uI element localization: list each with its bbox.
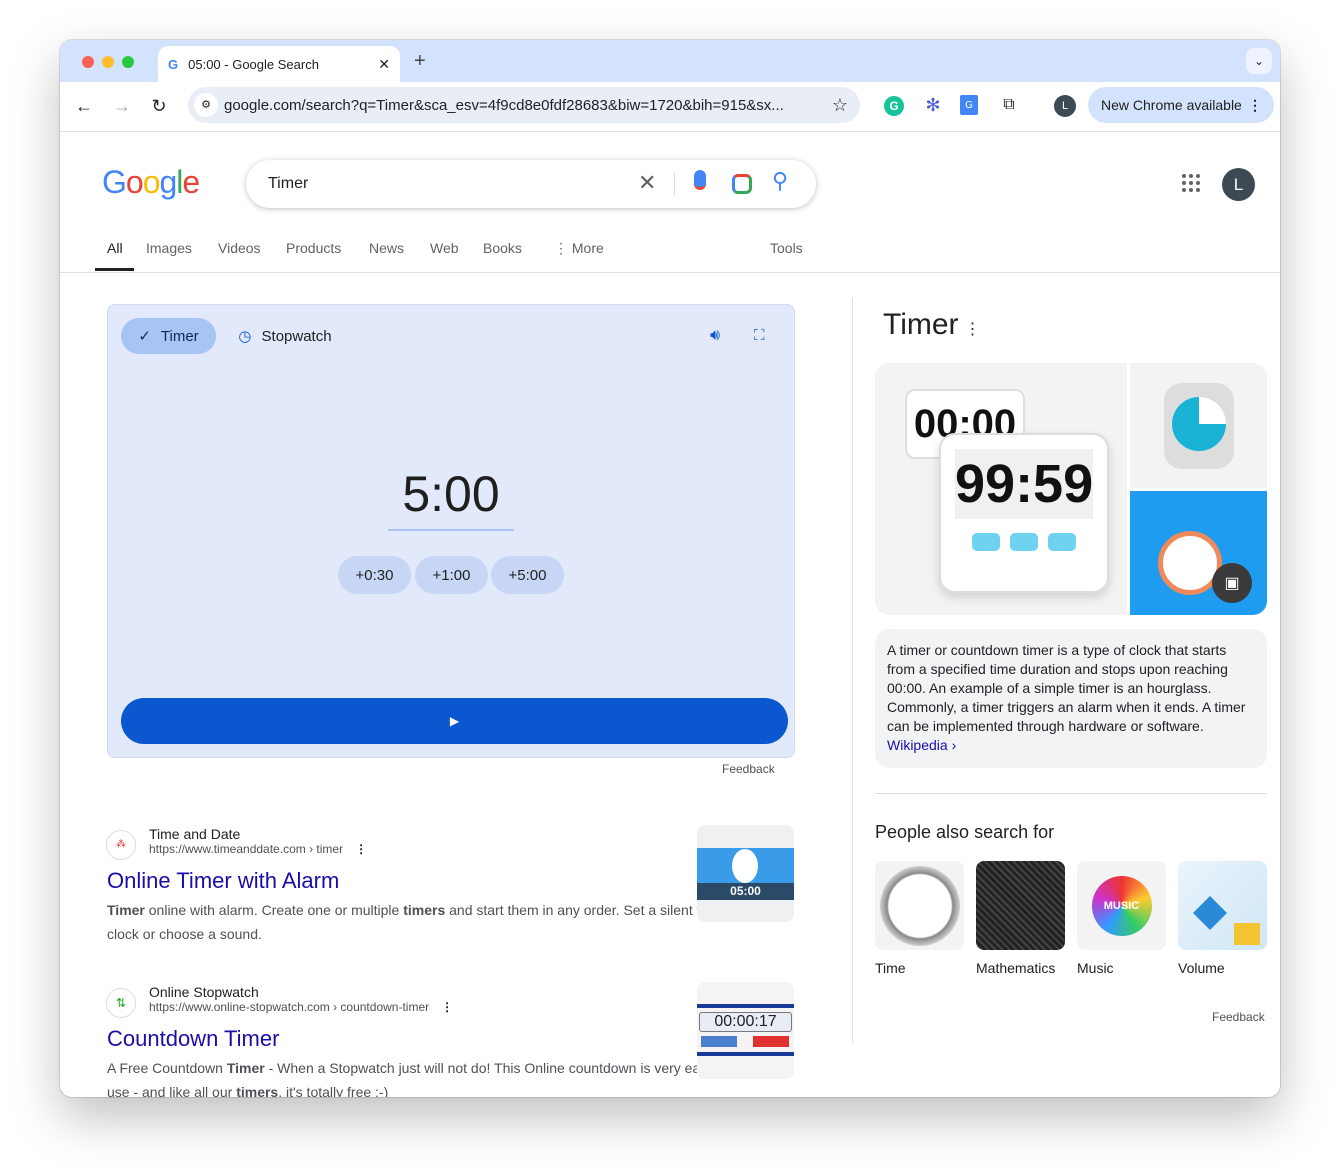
result-site-name: Time and Date — [149, 826, 241, 842]
thumb-time-text: 00:00:17 — [699, 1012, 792, 1032]
lens-search-icon[interactable] — [732, 174, 752, 194]
extensions-puzzle-icon[interactable]: ⧉ — [998, 94, 1020, 116]
related-search-mathematics[interactable]: Mathematics — [976, 861, 1065, 976]
result-thumbnail[interactable]: 00:00:17 — [697, 982, 794, 1079]
people-also-search-heading: People also search for — [875, 822, 1055, 842]
timer-image-dial[interactable] — [1130, 363, 1267, 488]
forward-icon[interactable]: → — [110, 94, 134, 118]
panel-menu-icon[interactable]: ⋮ — [965, 321, 981, 338]
close-tab-icon[interactable]: ✕ — [378, 56, 390, 73]
result-url[interactable]: https://www.online-stopwatch.com › count… — [149, 1000, 747, 1014]
more-kebab-icon: ⋮ — [554, 240, 572, 256]
back-icon[interactable]: ← — [72, 94, 96, 118]
timeanddate-favicon: ⁂ — [106, 830, 136, 860]
tools-button[interactable]: Tools — [770, 240, 803, 256]
address-bar[interactable]: ⚙ google.com/search?q=Timer&sca_esv=4f9c… — [188, 87, 860, 123]
play-icon: ▶ — [449, 714, 460, 728]
minimize-window-button[interactable] — [102, 56, 114, 68]
maximize-window-button[interactable] — [122, 56, 134, 68]
search-input[interactable]: Timer — [268, 175, 308, 193]
result-thumbnail[interactable]: 05:00 — [697, 825, 794, 922]
panel-divider — [875, 793, 1267, 794]
timer-widget: ✓ Timer ◷ Stopwatch 🔊︎ ⛶ 5:00 +0:30 +1:00 … — [107, 304, 795, 758]
new-tab-button[interactable]: + — [414, 50, 426, 73]
voice-search-icon[interactable] — [694, 170, 706, 190]
google-apps-icon[interactable] — [1182, 174, 1200, 192]
close-window-button[interactable] — [82, 56, 94, 68]
search-box[interactable]: Timer ✕ ⚲ — [246, 160, 816, 208]
browser-window: G 05:00 - Google Search ✕ + ⌄ ← → ↻ ⚙ go… — [60, 40, 1280, 1097]
result-snippet: A Free Countdown Timer - When a Stopwatc… — [107, 1060, 730, 1097]
extension-snowflake-icon[interactable]: ✻ — [922, 94, 944, 116]
tab-all[interactable]: All — [107, 240, 123, 256]
google-logo[interactable]: Google — [102, 164, 200, 201]
add-30s-button[interactable]: +0:30 — [338, 556, 411, 594]
tab-news[interactable]: News — [369, 240, 404, 256]
add-1min-button[interactable]: +1:00 — [415, 556, 488, 594]
image-gallery-icon[interactable]: ▣ — [1212, 563, 1252, 603]
related-search-volume[interactable]: Volume — [1178, 861, 1267, 976]
result-title-link[interactable]: Countdown Timer — [107, 1026, 747, 1052]
search-result: ⇅ Online Stopwatch https://www.online-st… — [106, 984, 747, 1097]
sound-icon[interactable]: 🔊︎ — [710, 327, 720, 345]
active-tab-indicator — [95, 268, 134, 271]
result-snippet: Timer online with alarm. Create one or m… — [107, 902, 731, 942]
browser-tab[interactable]: G 05:00 - Google Search ✕ — [158, 46, 400, 82]
menu-kebab-icon[interactable]: ⋮ — [1248, 97, 1262, 114]
account-avatar[interactable]: L — [1222, 168, 1255, 201]
translate-extension-icon[interactable]: G — [960, 95, 978, 115]
related-search-time[interactable]: Time — [875, 861, 964, 976]
new-chrome-available-button[interactable]: New Chrome available ⋮ — [1088, 87, 1274, 123]
result-site-name: Online Stopwatch — [149, 984, 259, 1000]
add-5min-button[interactable]: +5:00 — [491, 556, 564, 594]
new-chrome-label: New Chrome available — [1101, 97, 1242, 113]
timer-image-hand[interactable]: ▣ — [1130, 491, 1267, 615]
clear-search-icon[interactable]: ✕ — [638, 170, 656, 196]
tab-videos[interactable]: Videos — [218, 240, 261, 256]
tab-books[interactable]: Books — [483, 240, 522, 256]
google-favicon-icon: G — [168, 56, 179, 72]
tab-search-button[interactable]: ⌄ — [1246, 48, 1272, 74]
header-divider — [60, 272, 1280, 273]
fullscreen-icon[interactable]: ⛶ — [754, 327, 765, 344]
knowledge-panel-title: Timer ⋮ — [883, 308, 981, 341]
thumb-time-text: 05:00 — [697, 883, 794, 900]
search-result: ⁂ Time and Date https://www.timeanddate.… — [106, 826, 747, 946]
check-icon: ✓ — [138, 328, 151, 345]
tab-strip: G 05:00 - Google Search ✕ + ⌄ — [60, 40, 1280, 82]
timer-feedback-link[interactable]: Feedback — [722, 762, 775, 776]
search-icon[interactable]: ⚲ — [772, 168, 788, 194]
tab-more[interactable]: ⋮ More — [554, 240, 604, 257]
grammarly-extension-icon[interactable]: G — [884, 96, 904, 116]
bookmark-star-icon[interactable]: ☆ — [832, 95, 848, 116]
column-divider — [852, 298, 853, 1043]
toolbar: ← → ↻ ⚙ google.com/search?q=Timer&sca_es… — [60, 82, 1280, 132]
related-search-music[interactable]: MUSIC Music — [1077, 861, 1166, 976]
result-url[interactable]: https://www.timeanddate.com › timer ⋮ — [149, 842, 747, 856]
timer-image-main[interactable]: 00:00 99:59 — [875, 363, 1127, 615]
stopwatch-mode-button[interactable]: ◷ Stopwatch — [230, 318, 340, 354]
knowledge-panel-description: A timer or countdown timer is a type of … — [875, 629, 1267, 768]
site-info-icon[interactable]: ⚙ — [194, 93, 218, 117]
tab-images[interactable]: Images — [146, 240, 192, 256]
result-title-link[interactable]: Online Timer with Alarm — [107, 868, 747, 894]
start-button[interactable]: ▶ — [121, 698, 788, 744]
tab-web[interactable]: Web — [430, 240, 459, 256]
url-text: google.com/search?q=Timer&sca_esv=4f9cd8… — [224, 96, 784, 114]
timer-mode-button[interactable]: ✓ Timer — [121, 318, 216, 354]
divider — [674, 172, 675, 196]
result-menu-icon[interactable]: ⋮ — [355, 842, 367, 856]
profile-avatar[interactable]: L — [1054, 95, 1076, 117]
result-menu-icon[interactable]: ⋮ — [441, 1000, 453, 1014]
online-stopwatch-favicon: ⇅ — [106, 988, 136, 1018]
reload-icon[interactable]: ↻ — [147, 94, 171, 118]
stopwatch-icon: ◷ — [238, 328, 252, 345]
panel-feedback-link[interactable]: Feedback — [1212, 1010, 1265, 1024]
wikipedia-link[interactable]: Wikipedia › — [887, 737, 956, 753]
tab-title: 05:00 - Google Search — [188, 56, 319, 72]
tab-products[interactable]: Products — [286, 240, 341, 256]
timer-display[interactable]: 5:00 — [388, 465, 514, 531]
